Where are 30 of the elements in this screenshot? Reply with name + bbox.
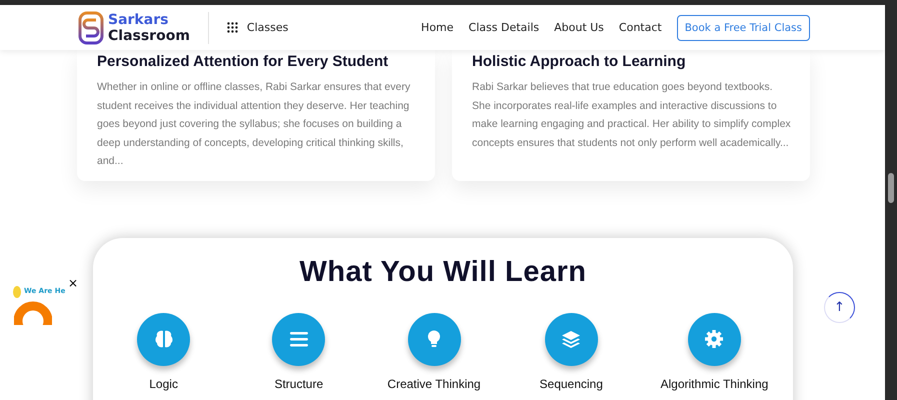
logo-text: Sarkars xyxy=(108,12,170,28)
ring-icon[interactable] xyxy=(14,300,52,324)
nav-link[interactable]: Class Details xyxy=(468,21,540,34)
waving-hand-icon xyxy=(12,284,22,298)
section-title: What You Will Learn xyxy=(298,256,588,288)
scroll-top-button[interactable]: ↑ xyxy=(824,292,855,322)
nav-link[interactable]: About Us xyxy=(554,21,604,34)
layers-icon xyxy=(544,312,598,366)
card-text: Whether in online or offline classes, Rabi Sarkar ensures that every student receives the individual attention they deserve. Her teaching goes beyond just covering the syllabus; she focuses on building a deep understanding of concepts, developing critical thinking skills, and... xyxy=(97,80,412,169)
topic-label: Logic xyxy=(149,376,178,390)
card-text: Rabi Sarkar believes that true education goes beyond textbooks. She incorporates real-life examples and interactive discussions to make learning engaging and practical. Her ability to simplify complex concepts ensures that students not only perform well academically... xyxy=(472,80,792,150)
scrollbar[interactable] xyxy=(885,5,897,400)
nav-link[interactable]: Home xyxy=(421,21,454,34)
classes-menu-link[interactable]: Classes xyxy=(226,21,288,34)
topic-label: Creative Thinking xyxy=(387,376,481,390)
settings-icon xyxy=(688,312,741,366)
topic-label: Algorithmic Thinking xyxy=(660,376,768,390)
logo-icon xyxy=(78,10,104,44)
topic-label: Structure xyxy=(274,376,324,390)
topic-label: Sequencing xyxy=(540,376,603,390)
card-title: Holistic Approach to Learning xyxy=(472,52,687,72)
grid-icon xyxy=(226,22,238,33)
trial-class-button[interactable]: Book a Free Trial Class xyxy=(676,14,810,40)
brain-icon xyxy=(137,312,190,366)
close-icon[interactable]: × xyxy=(68,276,78,288)
menu-icon xyxy=(272,312,326,366)
nav-link[interactable]: Contact xyxy=(618,21,662,34)
logo-text: Classroom xyxy=(108,28,190,44)
card-title: Personalized Attention for Every Student xyxy=(97,52,390,72)
lightbulb-icon xyxy=(408,312,460,366)
